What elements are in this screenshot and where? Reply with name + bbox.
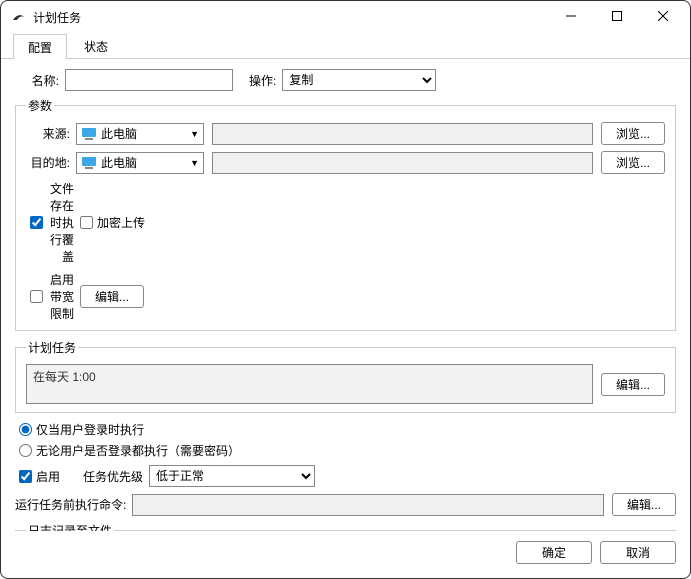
name-input[interactable] [65,69,233,91]
dest-path-input[interactable] [212,152,593,174]
chevron-down-icon: ▼ [190,158,203,168]
window-controls [548,1,686,33]
computer-icon [81,127,97,141]
footer: 确定 取消 [1,531,690,578]
name-label: 名称: [15,72,59,89]
run-always-radio[interactable]: 无论用户是否登录都执行（需要密码） [19,442,676,459]
minimize-button[interactable] [548,1,594,31]
precmd-input[interactable] [132,494,604,516]
schedule-edit-button[interactable]: 编辑... [601,373,665,396]
chevron-down-icon: ▼ [190,129,203,139]
priority-select[interactable]: 低于正常 [149,465,315,487]
bandwidth-checkbox[interactable]: 启用带宽限制 [30,271,74,322]
bandwidth-edit-button[interactable]: 编辑... [80,285,144,308]
enable-checkbox[interactable]: 启用 [19,468,63,485]
titlebar: 计划任务 [1,1,690,33]
cancel-button[interactable]: 取消 [600,541,676,564]
source-label: 来源: [26,125,70,142]
precmd-label: 运行任务前执行命令: [15,496,126,513]
log-legend: 日志记录至文件 [26,522,114,531]
window: 计划任务 配置 状态 名称: 操作: 复制 参数 来源: 此电脑▼ [0,0,691,579]
operation-label: 操作: [249,72,276,89]
source-path-input[interactable] [212,123,593,145]
source-select[interactable]: 此电脑▼ [76,123,204,145]
computer-icon [81,156,97,170]
tab-status[interactable]: 状态 [69,33,123,58]
tab-bar: 配置 状态 [1,33,690,59]
schedule-text: 在每天 1:00 [26,364,593,404]
operation-select[interactable]: 复制 [282,69,436,91]
schedule-legend: 计划任务 [26,339,78,356]
content-pane: 名称: 操作: 复制 参数 来源: 此电脑▼ 浏览... 目的地: [1,59,690,531]
encrypt-checkbox[interactable]: 加密上传 [80,214,145,231]
maximize-button[interactable] [594,1,640,31]
overwrite-checkbox[interactable]: 文件存在时执行覆盖 [30,180,74,265]
tab-config[interactable]: 配置 [13,34,67,59]
log-group: 日志记录至文件 启用日志 日志文件: 浏览... 如果要每天都产生一个单独的日志… [15,522,676,531]
close-button[interactable] [640,1,686,31]
dest-label: 目的地: [26,154,70,171]
ok-button[interactable]: 确定 [516,541,592,564]
priority-label: 任务优先级 [83,468,143,485]
window-title: 计划任务 [33,9,548,26]
run-when-logged-in-radio[interactable]: 仅当用户登录时执行 [19,421,676,438]
dest-browse-button[interactable]: 浏览... [601,151,665,174]
source-browse-button[interactable]: 浏览... [601,122,665,145]
app-icon [11,9,27,25]
precmd-edit-button[interactable]: 编辑... [612,493,676,516]
dest-select[interactable]: 此电脑▼ [76,152,204,174]
params-legend: 参数 [26,97,54,114]
params-group: 参数 来源: 此电脑▼ 浏览... 目的地: 此电脑▼ [15,97,676,331]
schedule-group: 计划任务 在每天 1:00 编辑... [15,339,676,413]
